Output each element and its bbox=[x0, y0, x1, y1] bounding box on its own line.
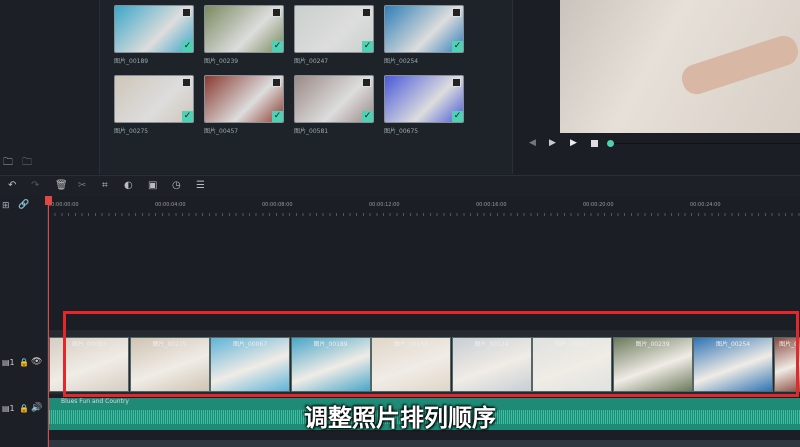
prev-frame-button[interactable]: ◀ bbox=[529, 138, 536, 148]
ruler-label: 00:00:00:00 bbox=[48, 202, 79, 208]
add-icon[interactable] bbox=[452, 8, 461, 17]
media-label: 图片_00239 bbox=[204, 58, 239, 65]
media-label: 图片_00581 bbox=[294, 128, 329, 135]
cut-icon[interactable]: ✂ bbox=[78, 180, 86, 191]
add-icon[interactable] bbox=[362, 8, 371, 17]
redo-icon[interactable]: ↷ bbox=[31, 180, 39, 191]
media-thumbnail[interactable]: ✓ bbox=[114, 75, 194, 123]
media-grid: ✓ 图片_00189 ✓ 图片_00239 ✓ 图片_00247 ✓ 图片_00254 ✓ 图片_… bbox=[108, 0, 508, 174]
new-folder-icon[interactable]: 🗀 bbox=[3, 155, 13, 172]
lock-icon[interactable]: 🔒 bbox=[19, 358, 29, 367]
preview-image bbox=[560, 0, 800, 133]
media-label: 图片_00457 bbox=[204, 128, 239, 135]
ruler-label: 00:00:04:00 bbox=[155, 202, 186, 208]
media-thumbnail[interactable]: ✓ bbox=[294, 75, 374, 123]
link-icon[interactable]: 🔗 bbox=[18, 200, 29, 210]
ruler-label: 00:00:24:00 bbox=[690, 202, 721, 208]
progress-handle[interactable] bbox=[607, 140, 614, 147]
media-label: 图片_00275 bbox=[114, 128, 149, 135]
add-icon[interactable] bbox=[182, 78, 191, 87]
preview-figure bbox=[678, 32, 800, 98]
media-thumbnail[interactable]: ✓ bbox=[384, 75, 464, 123]
folder-icon[interactable]: 🗀 bbox=[22, 155, 32, 172]
stop-button[interactable] bbox=[591, 140, 598, 147]
color-icon[interactable]: ◐ bbox=[124, 180, 133, 191]
add-icon[interactable] bbox=[362, 78, 371, 87]
media-thumbnail[interactable]: ✓ bbox=[384, 5, 464, 53]
media-thumbnail[interactable]: ✓ bbox=[204, 5, 284, 53]
progress-track[interactable] bbox=[614, 143, 800, 144]
check-icon: ✓ bbox=[362, 111, 373, 122]
crop-icon[interactable]: ⌗ bbox=[102, 180, 108, 191]
add-track-icon[interactable]: ⊞ bbox=[2, 201, 10, 211]
undo-icon[interactable]: ↶ bbox=[8, 180, 16, 191]
media-thumbnail[interactable]: ✓ bbox=[294, 5, 374, 53]
check-icon: ✓ bbox=[452, 41, 463, 52]
delete-icon[interactable]: 🗑 bbox=[55, 180, 68, 191]
eye-icon[interactable]: 👁 bbox=[31, 357, 42, 367]
media-label: 图片_00189 bbox=[114, 58, 149, 65]
add-icon[interactable] bbox=[272, 8, 281, 17]
ruler-label: 00:00:16:00 bbox=[476, 202, 507, 208]
timeline-toolbar: ↶ ↷ 🗑 ✂ ⌗ ◐ ▣ ◷ ☰ bbox=[0, 175, 800, 196]
highlight-box bbox=[63, 311, 799, 397]
check-icon: ✓ bbox=[272, 111, 283, 122]
check-icon: ✓ bbox=[182, 41, 193, 52]
speed-icon[interactable]: ◷ bbox=[172, 180, 181, 191]
green-screen-icon[interactable]: ▣ bbox=[148, 180, 157, 191]
play-frame-button[interactable]: ▶ bbox=[549, 138, 556, 148]
media-label: 图片_00254 bbox=[384, 58, 419, 65]
check-icon: ✓ bbox=[182, 111, 193, 122]
play-button[interactable]: ▶ bbox=[570, 138, 577, 148]
video-track-icon: ▤1 bbox=[2, 358, 15, 367]
check-icon: ✓ bbox=[362, 41, 373, 52]
check-icon: ✓ bbox=[452, 111, 463, 122]
subtitle-caption: 调整照片排列顺序 bbox=[304, 404, 496, 432]
adjust-icon[interactable]: ☰ bbox=[196, 180, 205, 191]
ruler-label: 00:00:12:00 bbox=[369, 202, 400, 208]
time-ruler[interactable]: 00:00:00:00 00:00:04:00 00:00:08:00 00:00:1… bbox=[48, 196, 800, 218]
media-label: 图片_00675 bbox=[384, 128, 419, 135]
media-sidebar: 🗀 🗀 bbox=[0, 0, 100, 174]
ruler-label: 00:00:08:00 bbox=[262, 202, 293, 208]
add-icon[interactable] bbox=[452, 78, 461, 87]
add-icon[interactable] bbox=[182, 8, 191, 17]
playhead-handle[interactable] bbox=[45, 196, 52, 205]
add-icon[interactable] bbox=[272, 78, 281, 87]
media-thumbnail[interactable]: ✓ bbox=[114, 5, 194, 53]
media-thumbnail[interactable]: ✓ bbox=[204, 75, 284, 123]
timeline-scrollbar[interactable] bbox=[49, 440, 800, 447]
media-label: 图片_00247 bbox=[294, 58, 329, 65]
ruler-label: 00:00:20:00 bbox=[583, 202, 614, 208]
check-icon: ✓ bbox=[272, 41, 283, 52]
